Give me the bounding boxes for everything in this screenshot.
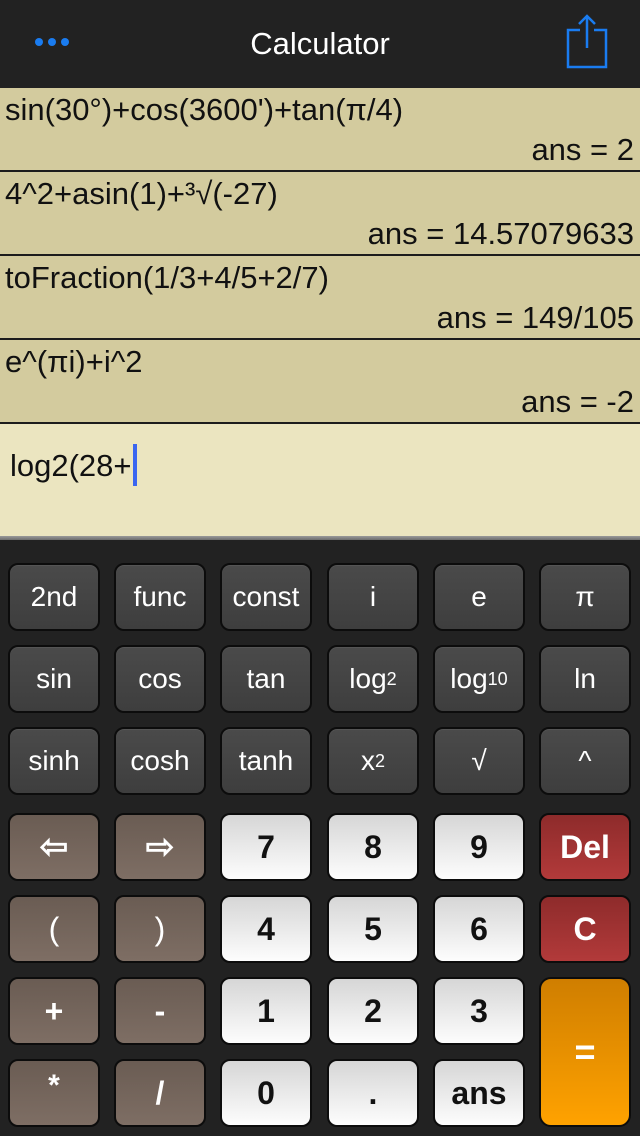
key-1[interactable]: 1 — [220, 977, 312, 1045]
key-7[interactable]: 7 — [220, 813, 312, 881]
key-sqrt[interactable]: √ — [433, 727, 525, 795]
history-answer: ans = -2 — [521, 384, 634, 419]
key-9[interactable]: 9 — [433, 813, 525, 881]
input-value: log2(28+ — [10, 448, 132, 483]
expression-input[interactable]: log2(28+ — [0, 424, 640, 536]
key-2nd[interactable]: 2nd — [8, 563, 100, 631]
share-icon — [566, 14, 608, 69]
key-clear[interactable]: C — [539, 895, 631, 963]
key-log10-subscript: 10 — [487, 668, 508, 689]
share-button[interactable] — [560, 12, 612, 72]
history-expression: toFraction(1/3+4/5+2/7) — [5, 260, 329, 295]
key-open-paren[interactable]: ( — [8, 895, 100, 963]
key-minus[interactable]: - — [114, 977, 206, 1045]
key-log2-base: log — [349, 663, 387, 694]
history-entry[interactable]: toFraction(1/3+4/5+2/7) ans = 149/105 — [0, 256, 640, 340]
key-equals[interactable]: = — [539, 977, 631, 1127]
history-expression: sin(30°)+cos(3600')+tan(π/4) — [5, 92, 404, 127]
key-power[interactable]: ^ — [539, 727, 631, 795]
navigation-bar: Calculator — [0, 0, 640, 88]
key-0[interactable]: 0 — [220, 1059, 312, 1127]
key-ln[interactable]: ln — [539, 645, 631, 713]
key-square-base: x — [360, 745, 375, 776]
key-log2-subscript: 2 — [386, 668, 397, 689]
key-5[interactable]: 5 — [327, 895, 419, 963]
key-close-paren[interactable]: ) — [114, 895, 206, 963]
text-caret — [132, 443, 137, 486]
key-square[interactable]: x2 — [327, 727, 419, 795]
key-log10[interactable]: log 10 — [433, 645, 525, 713]
page-title: Calculator — [250, 26, 390, 61]
key-delete[interactable]: Del — [539, 813, 631, 881]
keypad-divider — [0, 536, 640, 540]
key-3[interactable]: 3 — [433, 977, 525, 1045]
history-entry[interactable]: e^(πi)+i^2 ans = -2 — [0, 340, 640, 424]
key-cos[interactable]: cos — [114, 645, 206, 713]
key-multiply[interactable]: * — [8, 1059, 100, 1127]
key-sin[interactable]: sin — [8, 645, 100, 713]
key-i[interactable]: i — [327, 563, 419, 631]
history-expression: e^(πi)+i^2 — [5, 344, 143, 379]
history-expression: 4^2+asin(1)+³√(-27) — [5, 176, 278, 211]
key-cursor-right[interactable]: ⇨ — [114, 813, 206, 881]
key-e[interactable]: e — [433, 563, 525, 631]
history-answer: ans = 14.57079633 — [367, 216, 634, 251]
history-list: sin(30°)+cos(3600')+tan(π/4) ans = 2 4^2… — [0, 88, 640, 424]
key-func[interactable]: func — [114, 563, 206, 631]
key-const[interactable]: const — [220, 563, 312, 631]
key-ans[interactable]: ans — [433, 1059, 525, 1127]
key-tan[interactable]: tan — [220, 645, 312, 713]
key-log10-base: log — [450, 663, 488, 694]
key-divide[interactable]: / — [114, 1059, 206, 1127]
key-8[interactable]: 8 — [327, 813, 419, 881]
key-log2[interactable]: log 2 — [327, 645, 419, 713]
key-decimal[interactable]: . — [327, 1059, 419, 1127]
key-cosh[interactable]: cosh — [114, 727, 206, 795]
key-2[interactable]: 2 — [327, 977, 419, 1045]
key-sinh[interactable]: sinh — [8, 727, 100, 795]
key-square-exponent: 2 — [374, 750, 385, 771]
history-answer: ans = 149/105 — [436, 300, 634, 335]
history-answer: ans = 2 — [531, 132, 634, 167]
history-entry[interactable]: 4^2+asin(1)+³√(-27) ans = 14.57079633 — [0, 172, 640, 256]
key-plus[interactable]: + — [8, 977, 100, 1045]
key-pi[interactable]: π — [539, 563, 631, 631]
key-tanh[interactable]: tanh — [220, 727, 312, 795]
right-arrow-icon: ⇨ — [145, 828, 175, 866]
key-6[interactable]: 6 — [433, 895, 525, 963]
left-arrow-icon: ⇦ — [39, 828, 69, 866]
history-entry[interactable]: sin(30°)+cos(3600')+tan(π/4) ans = 2 — [0, 88, 640, 172]
key-cursor-left[interactable]: ⇦ — [8, 813, 100, 881]
key-4[interactable]: 4 — [220, 895, 312, 963]
